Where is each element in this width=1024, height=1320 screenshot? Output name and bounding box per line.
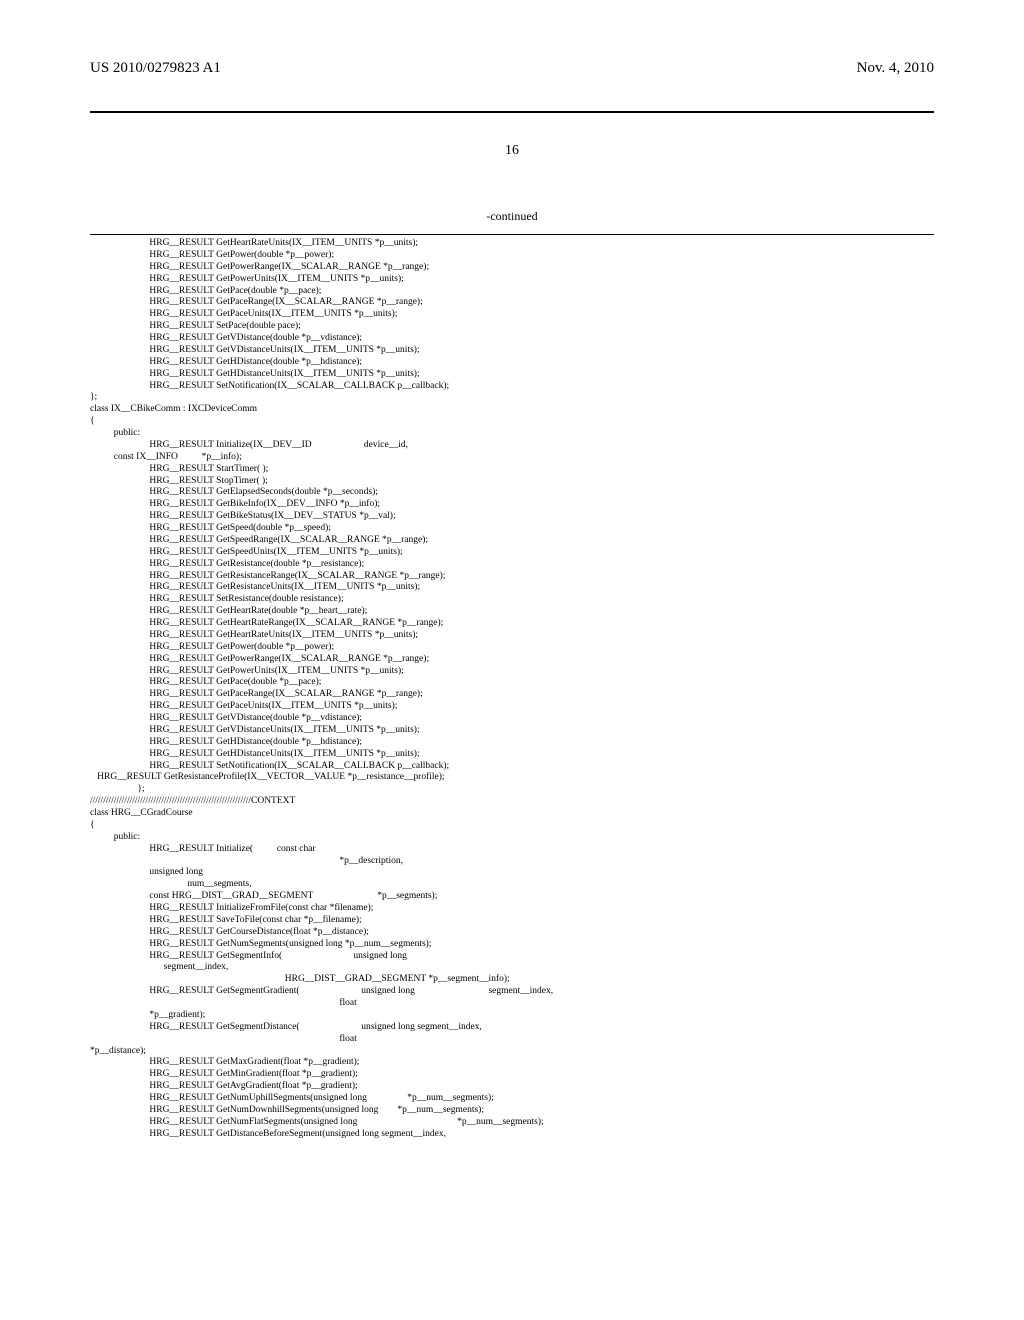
publication-number: US 2010/0279823 A1 [90, 60, 221, 77]
publication-date: Nov. 4, 2010 [857, 60, 934, 77]
page-header: US 2010/0279823 A1 Nov. 4, 2010 [90, 60, 934, 81]
page-number: 16 [90, 143, 934, 159]
continued-label: -continued [90, 209, 934, 224]
top-rule [90, 234, 934, 235]
code-listing: HRG__RESULT GetHeartRateUnits(IX__ITEM__… [90, 238, 934, 1141]
header-rule [90, 111, 934, 113]
